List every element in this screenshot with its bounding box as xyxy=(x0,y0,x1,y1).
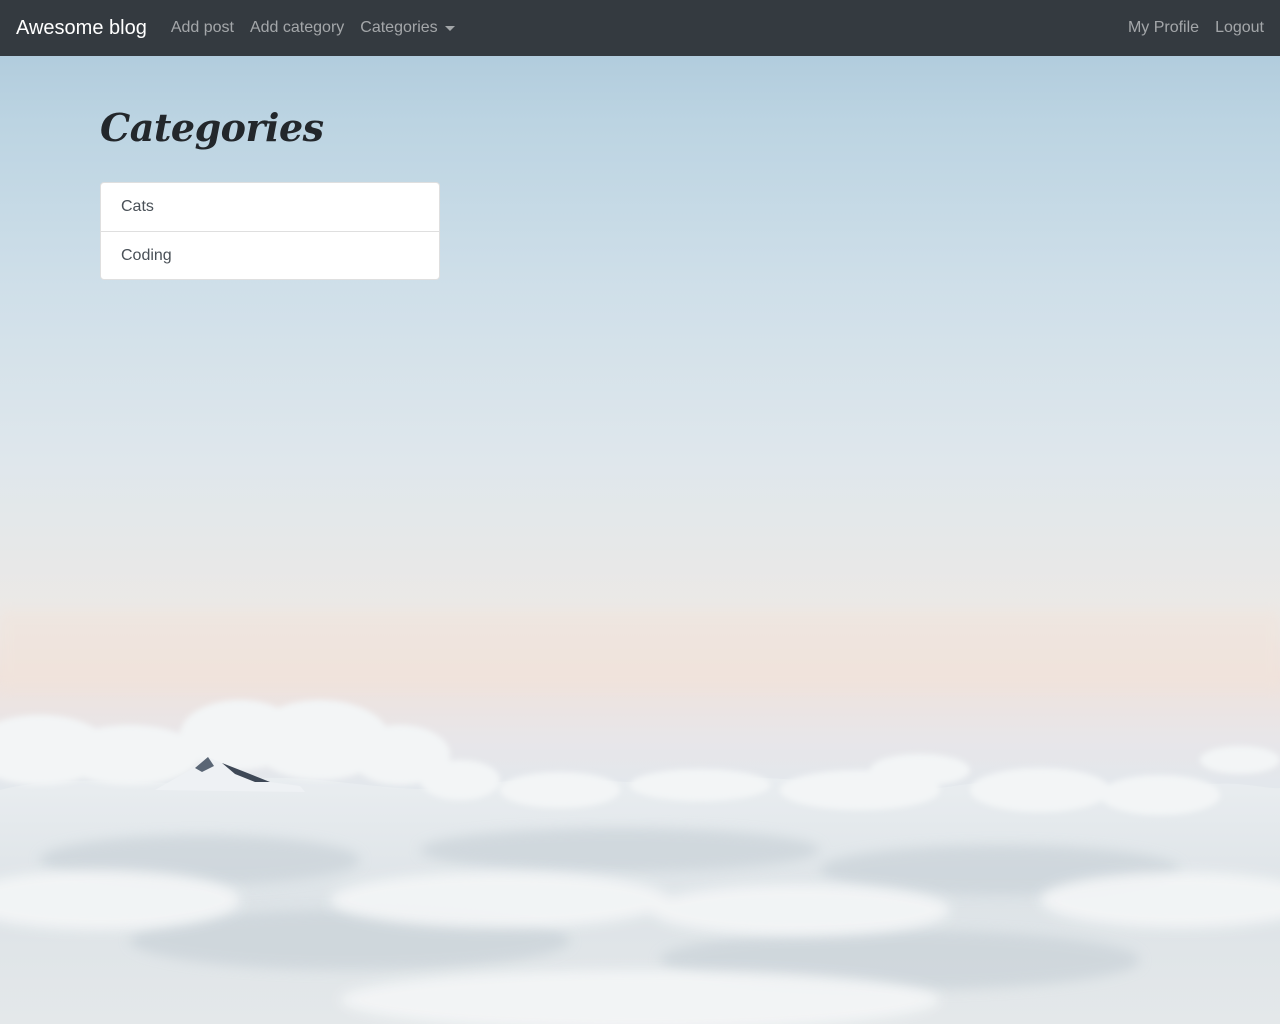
caret-down-icon xyxy=(444,25,455,31)
nav-right-group: My Profile Logout xyxy=(1120,0,1264,56)
top-navbar: Awesome blog Add post Add category Categ… xyxy=(0,0,1280,56)
nav-categories-label: Categories xyxy=(360,19,438,36)
nav-my-profile[interactable]: My Profile xyxy=(1120,0,1207,56)
category-item-coding[interactable]: Coding xyxy=(101,231,439,279)
nav-add-category[interactable]: Add category xyxy=(242,0,352,56)
brand-link[interactable]: Awesome blog xyxy=(16,0,147,56)
nav-left-group: Add post Add category Categories xyxy=(163,0,463,56)
mountain-peak-image xyxy=(155,757,305,792)
page-title: Categories xyxy=(100,105,324,150)
nav-categories-dropdown[interactable]: Categories xyxy=(352,0,462,56)
categories-list: Cats Coding xyxy=(100,182,440,280)
nav-logout[interactable]: Logout xyxy=(1207,0,1272,56)
category-item-cats[interactable]: Cats xyxy=(101,183,439,231)
main-content: Categories Cats Coding xyxy=(100,56,440,280)
nav-add-post[interactable]: Add post xyxy=(163,0,242,56)
